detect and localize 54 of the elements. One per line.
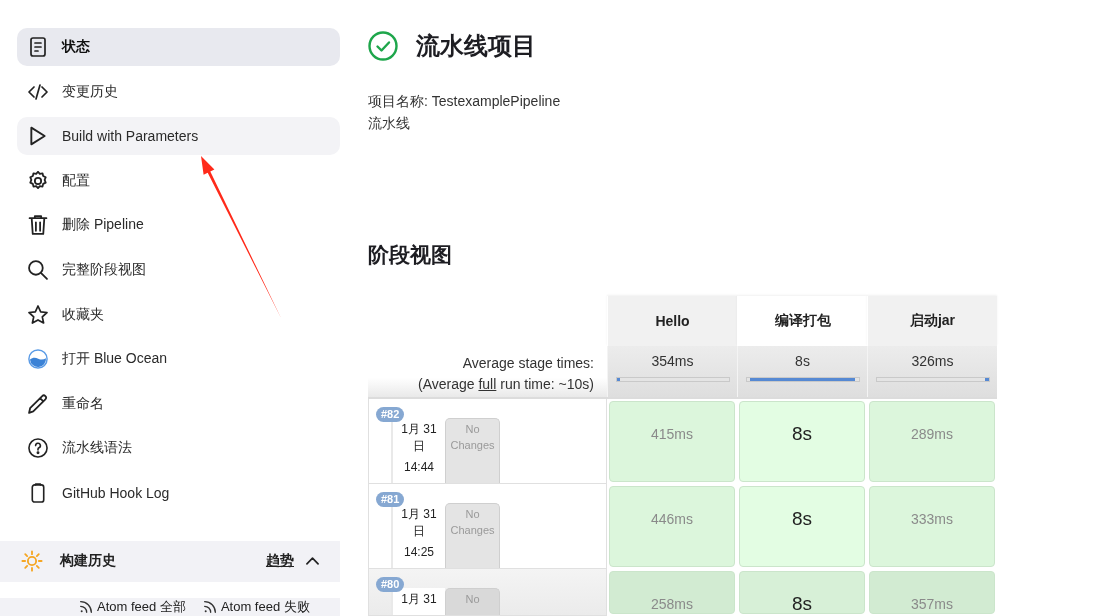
sidebar-item[interactable]: 流水线语法 <box>17 429 340 468</box>
trash-icon <box>28 215 48 236</box>
project-title: 流水线项目 <box>416 31 536 61</box>
build-time: 14:44 <box>404 459 434 476</box>
stage-average-time: 354ms <box>651 352 694 370</box>
stage-header: 编译打包 <box>737 296 867 346</box>
search-icon <box>28 259 48 280</box>
build-date: 1月 31 日 <box>400 421 438 455</box>
average-run-time: (Average full run time: ~10s) <box>418 375 594 394</box>
play-icon <box>28 126 48 147</box>
stage-view-title: 阶段视图 <box>368 242 453 268</box>
stage-header: Hello <box>607 296 737 346</box>
rss-icon <box>80 600 92 613</box>
clipboard-icon <box>28 482 48 503</box>
ocean-wave-icon <box>28 349 48 370</box>
sidebar-item[interactable]: 变更历史 <box>17 72 340 111</box>
average-stage-times-label: Average stage times: <box>462 354 594 373</box>
sidebar-item[interactable]: 收藏夹 <box>17 295 340 334</box>
no-changes-label: No <box>445 588 500 615</box>
settings-icon <box>28 170 48 191</box>
rss-icon <box>203 600 216 613</box>
help-icon <box>28 438 48 459</box>
sidebar-item[interactable]: GitHub Hook Log <box>17 473 340 512</box>
sidebar-item[interactable]: 打开 Blue Ocean <box>17 340 340 379</box>
full-run-link[interactable]: full <box>478 376 497 392</box>
build-time: 14:25 <box>404 544 434 561</box>
sidebar-item[interactable]: 完整阶段视图 <box>17 250 340 289</box>
build-date: 1月 31 日 <box>400 506 438 540</box>
stage-duration-cell[interactable]: 8s <box>739 571 865 614</box>
chevron-up-icon[interactable] <box>306 557 319 566</box>
trend-link[interactable]: 趋势 <box>266 552 294 571</box>
sidebar-item[interactable]: Build with Parameters <box>17 117 340 156</box>
stage-duration-cell[interactable]: 8s <box>739 401 865 482</box>
description-line: 流水线 <box>368 114 411 133</box>
star-icon <box>28 304 48 325</box>
sidebar-item[interactable]: 状态 <box>17 28 340 66</box>
stage-header: 启动jar <box>867 296 997 346</box>
stage-average-time: 326ms <box>911 352 954 370</box>
sidebar-item[interactable]: 重命名 <box>17 384 340 423</box>
sun-icon <box>21 550 43 573</box>
sidebar-item[interactable]: 配置 <box>17 161 340 200</box>
sidebar-item[interactable]: 删除 Pipeline <box>17 206 340 245</box>
code-icon <box>28 81 48 102</box>
build-history-title: 构建历史 <box>60 552 116 571</box>
pencil-icon <box>28 393 48 414</box>
document-icon <box>28 37 48 57</box>
stage-average-time: 8s <box>795 352 810 370</box>
feed-link[interactable]: Atom feed 失败 <box>203 598 310 615</box>
no-changes-label: No Changes <box>445 418 500 483</box>
stage-duration-cell[interactable]: 8s <box>739 486 865 567</box>
description-line: 项目名称: TestexamplePipeline <box>368 92 562 111</box>
build-date: 1月 31 <box>401 591 437 608</box>
no-changes-label: No Changes <box>445 503 500 568</box>
feed-link[interactable]: Atom feed 全部 <box>80 598 186 615</box>
